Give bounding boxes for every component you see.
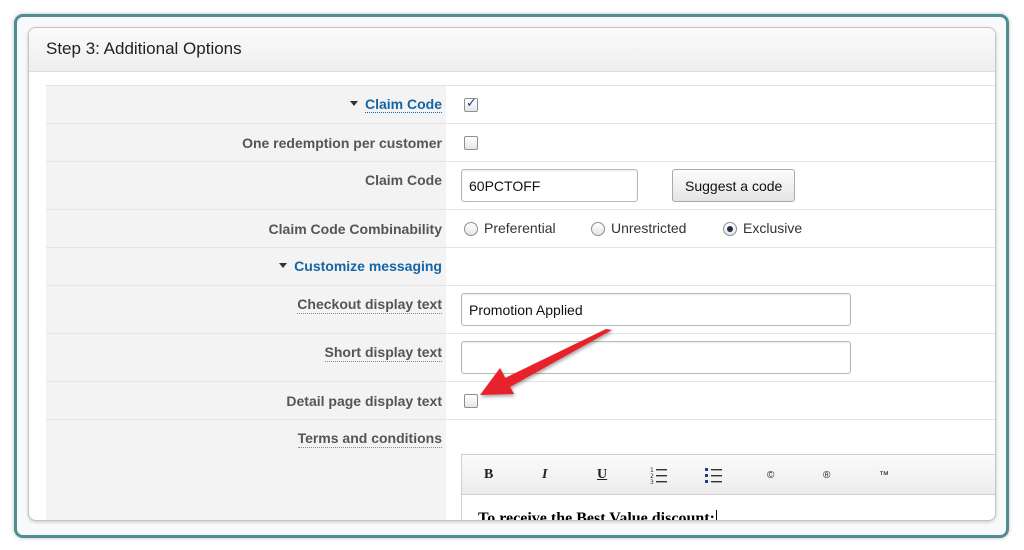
collapse-triangle-icon — [349, 100, 358, 106]
customize-messaging-toggle[interactable]: Customize messaging — [279, 258, 442, 274]
claim-code-section-label: Claim Code — [364, 96, 442, 113]
additional-options-panel: Step 3: Additional Options Claim Code ✓ … — [28, 27, 996, 521]
registered-button[interactable]: ® — [823, 470, 830, 481]
row-customize-messaging: Customize messaging — [46, 248, 995, 286]
radio-exclusive[interactable] — [723, 222, 737, 236]
short-text-input[interactable] — [461, 341, 851, 374]
customize-messaging-label: Customize messaging — [294, 258, 442, 274]
suggest-code-button[interactable]: Suggest a code — [672, 169, 796, 202]
underline-button[interactable]: U — [597, 467, 607, 483]
collapse-triangle-icon — [279, 262, 288, 268]
claim-code-input[interactable]: 60PCTOFF — [461, 169, 638, 202]
checkout-text-input[interactable]: Promotion Applied — [461, 293, 851, 326]
radio-unrestricted-label: Unrestricted — [611, 220, 687, 236]
bulleted-list-icon — [705, 468, 722, 483]
row-detail-text: Detail page display text — [46, 382, 995, 420]
terms-content-text: To receive the Best Value discount: — [478, 510, 715, 521]
svg-text:3: 3 — [650, 479, 654, 484]
detail-text-label: Detail page display text — [286, 393, 442, 409]
bold-button[interactable]: B — [484, 467, 493, 483]
text-caret — [715, 510, 717, 520]
form-area: Claim Code ✓ One redemption per customer… — [46, 85, 995, 521]
copyright-button[interactable]: © — [767, 470, 774, 481]
combinability-label: Claim Code Combinability — [268, 221, 442, 237]
one-redemption-checkbox[interactable] — [464, 136, 478, 150]
terms-editor: B I U 1 2 3 © ® ™ To receive the Best Va… — [461, 454, 995, 521]
row-combinability: Claim Code Combinability Preferential Un… — [46, 210, 995, 248]
panel-title: Step 3: Additional Options — [46, 39, 242, 58]
claim-code-label: Claim Code — [364, 172, 442, 188]
row-one-redemption: One redemption per customer — [46, 124, 995, 162]
claim-code-section-toggle[interactable]: Claim Code — [349, 96, 442, 113]
row-claim-code: Claim Code 60PCTOFF Suggest a code — [46, 162, 995, 210]
editor-toolbar: B I U 1 2 3 © ® ™ — [462, 455, 995, 495]
claim-code-checkbox[interactable]: ✓ — [464, 96, 478, 112]
radio-exclusive-label: Exclusive — [743, 220, 803, 236]
trademark-button[interactable]: ™ — [879, 470, 889, 481]
numbered-list-icon: 1 2 3 — [650, 467, 667, 486]
radio-preferential-label: Preferential — [484, 220, 556, 236]
radio-preferential[interactable] — [464, 222, 478, 236]
detail-text-checkbox[interactable] — [464, 394, 478, 408]
panel-header: Step 3: Additional Options — [29, 28, 995, 72]
row-short-text: Short display text — [46, 334, 995, 382]
one-redemption-label: One redemption per customer — [242, 135, 442, 151]
italic-button[interactable]: I — [542, 467, 547, 483]
bulleted-list-button[interactable] — [705, 466, 723, 487]
row-checkout-text: Checkout display text Promotion Applied — [46, 286, 995, 334]
check-icon: ✓ — [466, 96, 477, 111]
row-claim-code-section: Claim Code ✓ — [46, 86, 995, 124]
checkout-text-label: Checkout display text — [297, 296, 442, 314]
radio-unrestricted[interactable] — [591, 222, 605, 236]
terms-label: Terms and conditions — [297, 430, 442, 448]
short-text-label: Short display text — [324, 344, 442, 362]
numbered-list-button[interactable]: 1 2 3 — [650, 466, 668, 487]
terms-editor-content[interactable]: To receive the Best Value discount: — [478, 510, 717, 521]
